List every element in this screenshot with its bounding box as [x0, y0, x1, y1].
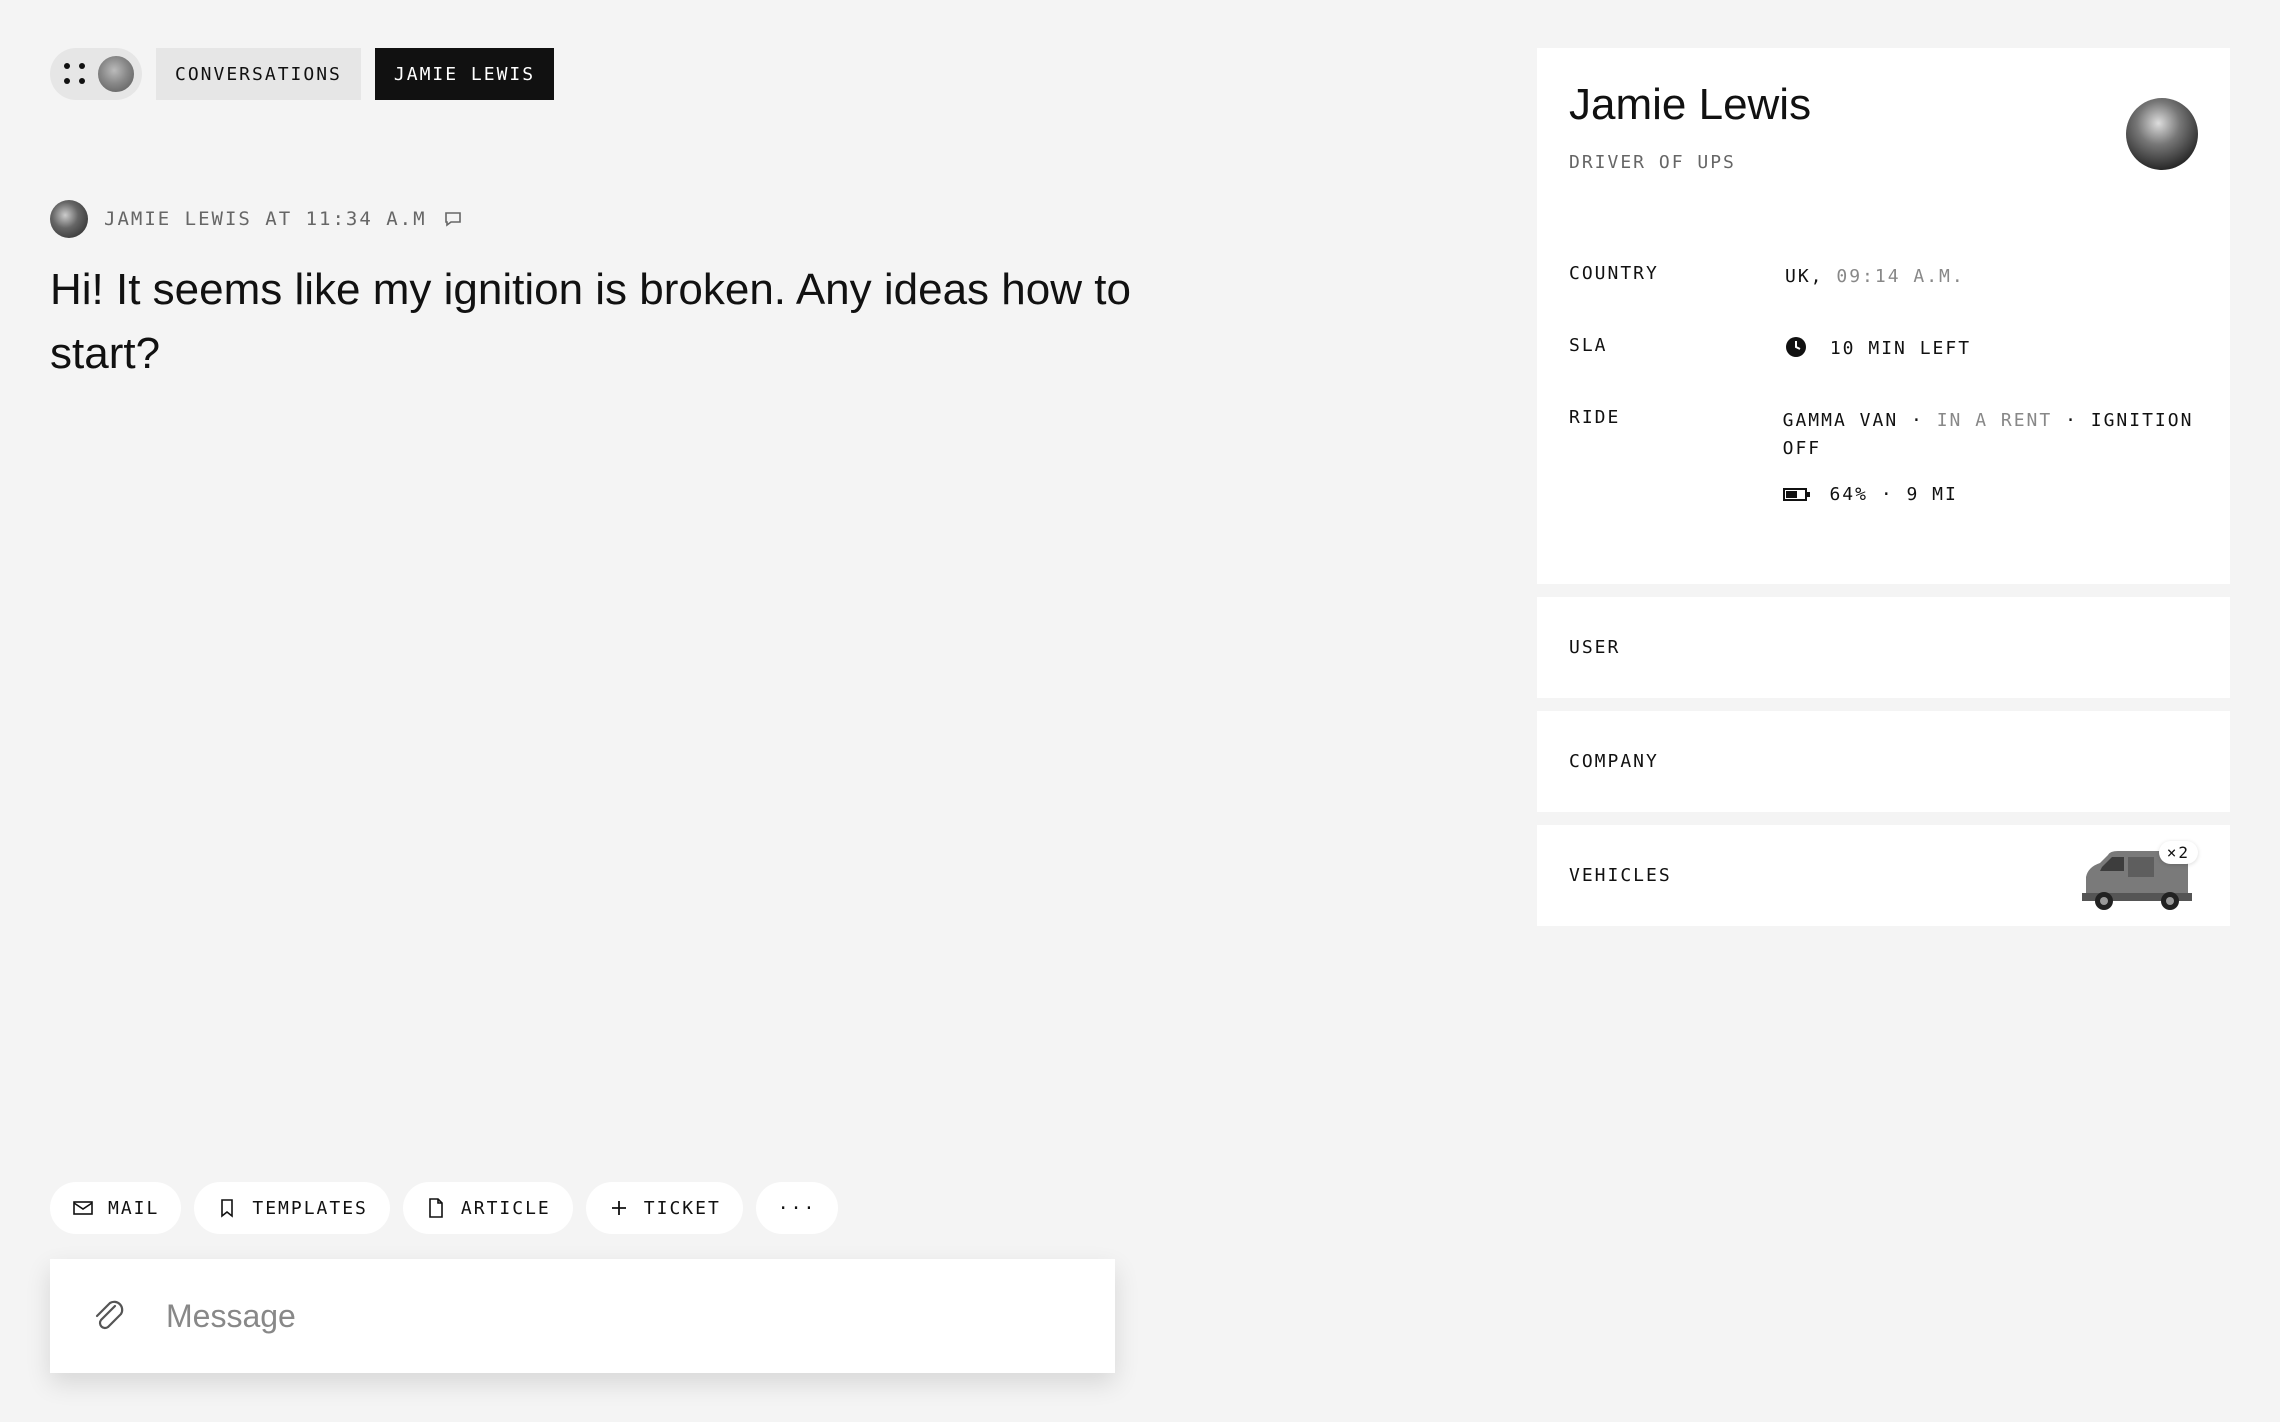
ride-status: IN A RENT [1936, 410, 2053, 431]
breadcrumb-conversations[interactable]: CONVERSATIONS [156, 48, 361, 100]
ride-row: RIDE GAMMA VAN · IN A RENT · IGNITION OF… [1569, 407, 2198, 509]
clock-icon [1786, 337, 1806, 357]
paperclip-icon[interactable] [88, 1294, 132, 1338]
sla-value: 10 MIN LEFT [1829, 338, 1972, 359]
article-button[interactable]: ARTICLE [402, 1182, 573, 1234]
ticket-label: TICKET [643, 1197, 721, 1219]
country-value: UK, [1785, 266, 1824, 287]
battery-icon [1782, 488, 1810, 501]
user-section[interactable]: USER [1537, 597, 2230, 698]
sla-label: SLA [1569, 335, 1608, 356]
mail-label: MAIL [108, 1197, 160, 1219]
country-label: COUNTRY [1569, 263, 1659, 284]
user-section-label: USER [1569, 637, 1621, 658]
ride-vehicle: GAMMA VAN · [1782, 410, 1924, 431]
message-timestamp: JAMIE LEWIS AT 11:34 A.M [104, 208, 427, 230]
templates-button[interactable]: TEMPLATES [194, 1182, 390, 1234]
battery-range: 64% · 9 MI [1829, 484, 1958, 505]
mail-icon [73, 1201, 93, 1215]
composer-actions: MAIL TEMPLATES ARTICLE TICKET ··· [50, 1182, 839, 1234]
message-input[interactable] [166, 1297, 1066, 1335]
company-section-label: COMPANY [1569, 751, 1659, 772]
bookmark-icon [221, 1199, 234, 1218]
breadcrumb-current[interactable]: JAMIE LEWIS [374, 48, 555, 100]
ticket-button[interactable]: TICKET [585, 1182, 743, 1234]
sla-row: SLA 10 MIN LEFT [1569, 335, 2198, 363]
file-icon [429, 1198, 443, 1218]
mail-button[interactable]: MAIL [50, 1182, 182, 1234]
contact-role: DRIVER OF UPS [1569, 152, 1736, 173]
more-button[interactable]: ··· [755, 1182, 839, 1234]
van-thumbnail[interactable]: ×2 [2078, 840, 2198, 911]
grid-icon [64, 63, 86, 85]
vehicles-section-label: VEHICLES [1569, 865, 1672, 886]
contact-profile-card: Jamie Lewis DRIVER OF UPS COUNTRY UK, 09… [1537, 48, 2230, 584]
country-row: COUNTRY UK, 09:14 A.M. [1569, 263, 2198, 291]
message-body: Hi! It seems like my ignition is broken.… [50, 265, 1131, 378]
message-meta: JAMIE LEWIS AT 11:34 A.M [50, 200, 463, 238]
contact-name: Jamie Lewis [1569, 80, 1812, 129]
vehicles-section[interactable]: VEHICLES ×2 [1537, 825, 2230, 926]
templates-label: TEMPLATES [252, 1197, 368, 1219]
plus-icon [611, 1201, 626, 1215]
company-section[interactable]: COMPANY [1537, 711, 2230, 812]
comment-icon[interactable] [443, 209, 463, 229]
local-time: 09:14 A.M. [1836, 266, 1965, 287]
avatar [96, 54, 136, 94]
sender-avatar [50, 200, 88, 238]
vehicle-count-badge: ×2 [2158, 840, 2198, 864]
contact-avatar [2126, 98, 2198, 170]
article-label: ARTICLE [460, 1197, 551, 1219]
ride-label: RIDE [1569, 407, 1621, 428]
app-switcher[interactable] [50, 48, 142, 100]
message-composer [50, 1259, 1115, 1373]
top-nav: CONVERSATIONS JAMIE LEWIS [50, 48, 555, 100]
